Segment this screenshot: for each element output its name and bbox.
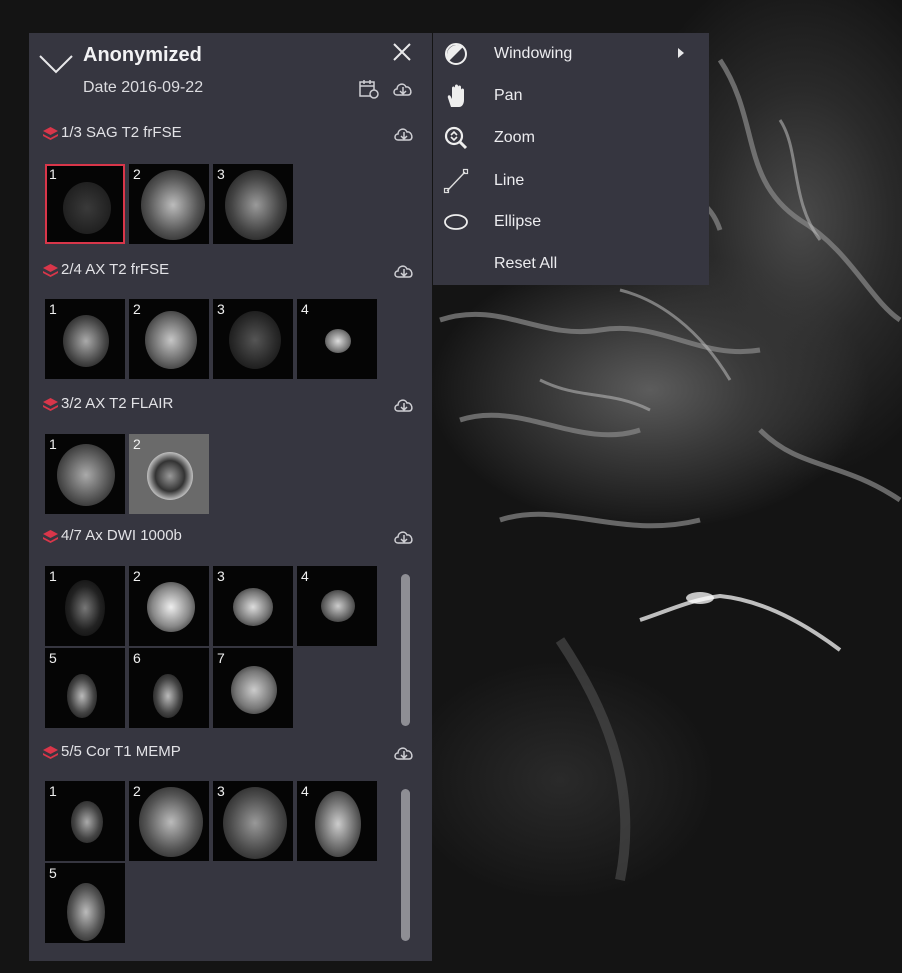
series-thumbnail[interactable]: 1 (45, 434, 125, 514)
series-thumbnail[interactable]: 6 (129, 648, 209, 728)
menu-item-zoom[interactable]: Zoom (433, 119, 709, 157)
series-title: 3/2 AX T2 FLAIR (61, 395, 174, 412)
series-thumbnail[interactable]: 3 (213, 781, 293, 861)
series-thumbnail[interactable]: 1 (45, 164, 125, 244)
download-cloud-icon[interactable] (393, 527, 415, 547)
series-thumbnail[interactable]: 1 (45, 781, 125, 861)
layers-icon (43, 264, 58, 277)
series-header[interactable]: 4/7 Ax DWI 1000b (43, 527, 423, 551)
calendar-icon[interactable] (359, 79, 379, 99)
line-icon (443, 168, 469, 194)
series-title: 5/5 Cor T1 MEMP (61, 743, 181, 760)
series-thumbnail[interactable]: 7 (213, 648, 293, 728)
layers-icon (43, 127, 58, 140)
series-title: 1/3 SAG T2 frFSE (61, 124, 182, 141)
menu-item-pan[interactable]: Pan (433, 77, 709, 115)
layers-icon (43, 530, 58, 543)
study-date: Date 2016-09-22 (83, 79, 204, 96)
download-cloud-icon[interactable] (393, 124, 415, 144)
ellipse-icon (444, 214, 468, 230)
series-thumbnail[interactable]: 2 (129, 434, 209, 514)
series-thumbnail[interactable]: 2 (129, 299, 209, 379)
series-thumbnail[interactable]: 1 (45, 566, 125, 646)
series-header[interactable]: 2/4 AX T2 frFSE (43, 261, 423, 285)
hand-icon (447, 84, 464, 107)
series-thumbnail[interactable]: 2 (129, 566, 209, 646)
submenu-arrow-icon (678, 48, 684, 58)
layers-icon (43, 398, 58, 411)
series-title: 4/7 Ax DWI 1000b (61, 527, 182, 544)
chevron-down-icon[interactable] (38, 53, 74, 75)
download-cloud-icon[interactable] (393, 261, 415, 281)
download-cloud-icon[interactable] (393, 395, 415, 415)
close-icon[interactable] (391, 41, 413, 63)
study-browser-panel: Anonymized Date 2016-09-22 1/3 SAG T2 fr… (29, 33, 432, 961)
series-thumbnail[interactable]: 2 (129, 164, 209, 244)
menu-item-windowing[interactable]: Windowing (433, 35, 709, 73)
layers-icon (43, 746, 58, 759)
series-thumbnail[interactable]: 4 (297, 299, 377, 379)
series-thumbnail[interactable]: 3 (213, 566, 293, 646)
series-header[interactable]: 3/2 AX T2 FLAIR (43, 395, 423, 419)
series-thumbnail[interactable]: 4 (297, 566, 377, 646)
series-thumbnail[interactable]: 4 (297, 781, 377, 861)
download-cloud-icon[interactable] (393, 743, 415, 763)
scrollbar[interactable] (401, 789, 410, 941)
menu-item-ellipse[interactable]: Ellipse (433, 203, 709, 241)
series-thumbnail[interactable]: 2 (129, 781, 209, 861)
series-header[interactable]: 1/3 SAG T2 frFSE (43, 124, 423, 148)
zoom-icon (444, 126, 468, 150)
series-thumbnail[interactable]: 3 (213, 299, 293, 379)
scrollbar[interactable] (401, 574, 410, 726)
series-thumbnail[interactable]: 5 (45, 648, 125, 728)
series-thumbnail[interactable]: 3 (213, 164, 293, 244)
series-title: 2/4 AX T2 frFSE (61, 261, 170, 278)
menu-item-line[interactable]: Line (433, 162, 709, 200)
series-thumbnail[interactable]: 5 (45, 863, 125, 943)
patient-name: Anonymized (83, 44, 202, 66)
tool-menu: Windowing Pan Zoom Line Ellipse Reset Al… (433, 33, 709, 285)
series-thumbnail[interactable]: 1 (45, 299, 125, 379)
series-header[interactable]: 5/5 Cor T1 MEMP (43, 743, 423, 767)
windowing-icon (445, 43, 467, 65)
menu-item-reset-all[interactable]: Reset All (433, 245, 709, 283)
download-cloud-icon[interactable] (392, 79, 414, 99)
